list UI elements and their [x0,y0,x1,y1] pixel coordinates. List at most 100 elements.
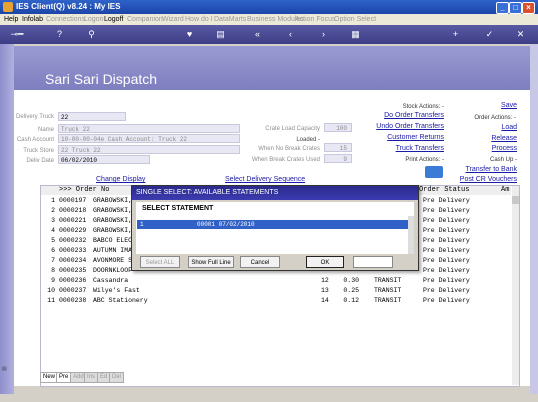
name-field[interactable]: Truck 22 [58,124,240,133]
close-icon[interactable]: ✕ [515,29,526,40]
back-icon[interactable]: ‹ [285,29,296,40]
truck-store-field[interactable]: 22 Truck 22 [58,145,240,154]
cell-cust: AUTUMN IMAG [93,247,136,254]
cell-cust: ABC Stationery [93,297,148,304]
left-strip: ▤ [0,44,14,394]
heart-icon[interactable]: ♥ [184,29,195,40]
when-break-crates-used-field[interactable]: 9 [324,154,352,163]
cell-status: Pre Delivery [423,267,470,274]
stock-actions-label: Stock Actions: - [402,104,444,110]
rewind-icon[interactable]: « [252,29,263,40]
tab-del[interactable]: Del [109,372,125,383]
scroll-thumb[interactable] [512,196,519,204]
menu-wizard[interactable]: Wizard [162,14,184,25]
change-display-link[interactable]: Change Display [96,176,145,183]
dialog-heading: SELECT STATEMENT [142,205,214,212]
cell-cust: GRABOWSKI, [93,207,133,214]
cell-status: Pre Delivery [423,197,470,204]
minimize-button[interactable]: _ [496,2,509,14]
col-order-status[interactable]: Order Status [419,186,469,194]
dialog-title: SINGLE SELECT: AVAILABLE STATEMENTS [132,186,418,200]
cell-order: 0000238 [59,297,87,304]
statement-row-number: 1 [140,221,144,228]
load-link[interactable]: Load [470,124,517,131]
col-order-no[interactable]: >>> Order No [59,186,109,194]
tab-ins[interactable]: Ins [84,372,99,383]
crate-load-capacity-field[interactable]: 100 [324,123,352,132]
truck-store-label: Truck Store [23,148,54,154]
strip-label: ▤ [2,366,7,372]
release-link[interactable]: Release [470,135,517,142]
menu-infolab[interactable]: Infolab [22,14,43,25]
menu-help[interactable]: Help [4,14,18,25]
check-icon[interactable]: ✓ [484,29,495,40]
menu-datamarts[interactable]: DataMarts [214,14,246,25]
cell-cust: Wilye's Fast [93,287,140,294]
cell-a: 14 [321,297,329,304]
close-button[interactable]: × [522,2,535,14]
cell-status: Pre Delivery [423,297,470,304]
show-full-line-button[interactable]: Show Full Line [188,256,234,268]
cell-status: Pre Delivery [423,287,470,294]
cell-cust: GRABOWSKI, [93,217,133,224]
cell-order: 0000233 [59,247,87,254]
undo-order-transfers-link[interactable]: Undo Order Transfers [364,123,444,130]
cell-cust: GRABOWSKI, [93,227,133,234]
cell-order: 0000234 [59,257,87,264]
key-icon[interactable]: ⊸━ [6,29,28,40]
ok-button[interactable]: OK [306,256,344,268]
grid-scrollbar[interactable] [512,186,519,385]
menu-option-select[interactable]: Option Select [334,14,376,25]
transfer-to-bank-link[interactable]: Transfer to Bank [440,166,518,173]
cell-n: 7 [51,257,55,264]
cell-c: TRANSIT [374,297,402,304]
when-no-break-crates-field[interactable]: 15 [324,143,352,152]
menu-logon[interactable]: Logon [84,14,103,25]
menu-logoff[interactable]: Logoff [104,14,123,25]
cash-account-field[interactable]: 10-00-00-04e Cash Account: Truck 22 [58,134,240,143]
search-icon[interactable]: ⚲ [86,29,97,40]
app-icon [3,2,13,12]
cell-b: 0.25 [343,287,359,294]
cell-order: 0000232 [59,237,87,244]
select-all-button[interactable]: Select ALL [140,256,180,268]
menu-how-do-i[interactable]: How do I [185,14,213,25]
table-row[interactable]: 11 0000238 ABC Stationery 14 0.12 TRANSIT Pre … [41,296,511,306]
cancel-button[interactable]: Cancel [240,256,280,268]
cell-n: 11 [47,297,55,304]
table-row[interactable]: 9 0000236 Cassandra 12 0.30 TRANSIT Pre Delive… [41,276,511,286]
cell-cust: AVONMORE SC [93,257,136,264]
menu-action-focus[interactable]: Action Focus [295,14,335,25]
cell-status: Pre Delivery [423,257,470,264]
truck-transfers-link[interactable]: Truck Transfers [364,145,444,152]
page-header: Sari Sari Dispatch [14,46,530,90]
statement-row-text: 00001 07/02/2010 [197,221,255,228]
grid-icon[interactable]: ▦ [350,29,361,40]
do-order-transfers-link[interactable]: Do Order Transfers [364,112,444,119]
help-icon[interactable]: ? [54,29,65,40]
select-delivery-sequence-link[interactable]: Select Delivery Sequence [225,176,305,183]
post-cr-vouchers-link[interactable]: Post CR Vouchers [440,176,517,183]
col-am[interactable]: Am [501,186,509,194]
print-icon[interactable]: ▤ [215,29,226,40]
grid-tabs: New Pre Add Ins Ed Del [40,372,340,383]
statement-list[interactable]: 1 00001 07/02/2010 [136,216,414,254]
statement-row[interactable]: 1 00001 07/02/2010 [137,220,412,229]
process-link[interactable]: Process [470,145,517,152]
deliv-date-field[interactable]: 06/02/2010 [58,155,150,164]
table-row[interactable]: 10 0000237 Wilye's Fast 13 0.25 TRANSIT Pre De… [41,286,511,296]
dialog-filter-input[interactable] [353,256,393,268]
delivery-truck-field[interactable]: 22 [58,112,126,121]
add-icon[interactable]: + [450,29,461,40]
cell-cust: BABCO ELECT [93,237,136,244]
save-link[interactable]: Save [470,102,517,109]
customer-returns-link[interactable]: Customer Returns [364,134,444,141]
menu-companion[interactable]: Companion [127,14,163,25]
menu-connections[interactable]: Connections [46,14,85,25]
cell-n: 9 [51,277,55,284]
dialog-scrollbar[interactable] [408,216,414,254]
maximize-button[interactable]: □ [509,2,522,14]
cell-c: TRANSIT [374,287,402,294]
cell-b: 0.12 [343,297,359,304]
forward-icon[interactable]: › [318,29,329,40]
